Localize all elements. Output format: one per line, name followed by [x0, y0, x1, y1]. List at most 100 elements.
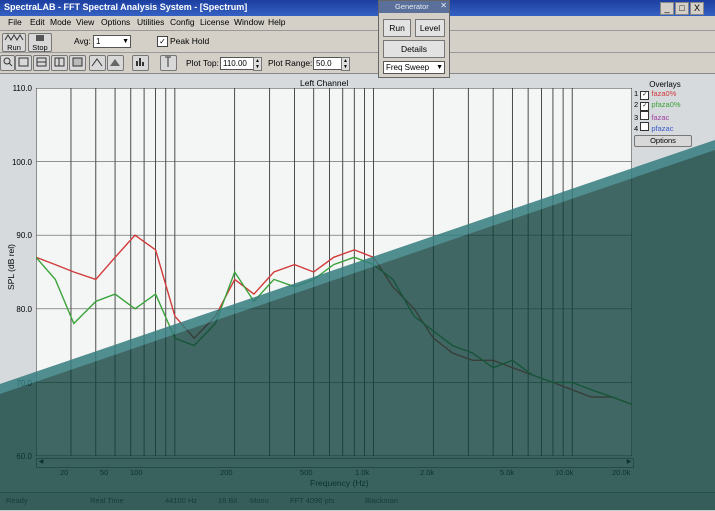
plot-range-label: Plot Range: — [268, 58, 313, 68]
status-bar: Ready Real Time 44100 Hz 16 Bit Mono FFT… — [0, 492, 715, 511]
menu-config[interactable]: Config — [170, 17, 195, 27]
area-plot-icon[interactable] — [107, 55, 124, 71]
plot-scrollbar[interactable]: ◀ ▶ — [36, 458, 634, 468]
x-tick-label: 500 — [300, 468, 313, 477]
x-tick-label: 2.0k — [420, 468, 435, 477]
chevron-down-icon: ▼ — [122, 38, 129, 45]
toolbar-view: Plot Top: 110.00 ▲ ▼ Plot Range: 50.0 ▲ ▼ — [0, 53, 715, 74]
overlay-name: pfaza0% — [651, 100, 681, 109]
overlay-num: 4 — [634, 124, 639, 133]
maximize-icon[interactable]: □ — [675, 2, 689, 15]
overlay-item[interactable]: 1 ✓ faza0% — [634, 89, 696, 100]
status-state: Ready — [6, 496, 28, 505]
menu-utilities[interactable]: Utilities — [137, 17, 164, 27]
window-title: SpectraLAB - FFT Spectral Analysis Syste… — [4, 2, 248, 12]
overlay-item[interactable]: 2 ✓ pfaza0% — [634, 100, 696, 111]
menu-help[interactable]: Help — [268, 17, 285, 27]
status-channels: Mono — [250, 496, 269, 505]
minimize-icon[interactable]: _ — [660, 2, 674, 15]
overlay-item[interactable]: 3 fazac — [634, 111, 696, 122]
peak-hold-label: Peak Hold — [170, 36, 210, 46]
scale-reset-icon[interactable] — [69, 55, 86, 71]
scale-y-icon[interactable] — [33, 55, 50, 71]
x-tick-label: 50 — [100, 468, 109, 477]
overlay-num: 3 — [634, 113, 639, 122]
overlays-panel: Overlays 1 ✓ faza0% 2 ✓ pfaza0% 3 fazac … — [634, 80, 696, 166]
cursor-icon[interactable] — [160, 55, 177, 71]
generator-details-button[interactable]: Details — [383, 40, 445, 58]
peak-hold-checkbox[interactable]: ✓ — [157, 36, 168, 47]
x-tick-label: 20.0k — [612, 468, 631, 477]
scroll-right-icon[interactable]: ▶ — [625, 458, 633, 466]
y-tick-label: 80.0 — [16, 305, 32, 314]
x-tick-label: 20 — [60, 468, 69, 477]
line-plot-icon[interactable] — [89, 55, 106, 71]
x-axis-label: Frequency (Hz) — [310, 478, 369, 488]
overlay-num: 1 — [634, 89, 639, 98]
menu-mode[interactable]: Mode — [50, 17, 71, 27]
waveform-icon — [4, 34, 24, 41]
generator-level-button[interactable]: Level — [415, 19, 445, 37]
spectrum-plot[interactable] — [36, 88, 632, 456]
overlay-options-button[interactable]: Options — [634, 135, 692, 147]
y-tick-label: 100.0 — [11, 158, 32, 167]
generator-mode-select[interactable]: Freq Sweep ▼ — [383, 61, 445, 74]
x-tick-label: 10.0k — [555, 468, 574, 477]
scale-both-icon[interactable] — [51, 55, 68, 71]
zoom-icon[interactable] — [0, 55, 15, 71]
avg-value: 1 — [96, 37, 101, 46]
overlay-checkbox[interactable]: ✓ — [640, 102, 650, 111]
y-tick-label: 60.0 — [16, 452, 32, 461]
menu-view[interactable]: View — [76, 17, 94, 27]
avg-label: Avg: — [74, 36, 91, 46]
generator-dialog: Generator ✕ Run Level Details Freq Sweep… — [378, 0, 450, 78]
overlay-item[interactable]: 4 pfazac — [634, 122, 696, 133]
title-bar: SpectraLAB - FFT Spectral Analysis Syste… — [0, 0, 715, 16]
x-tick-label: 100 — [130, 468, 143, 477]
toolbar-main: Run Stop Avg: 1 ▼ ✓ Peak Hold — [0, 31, 715, 53]
status-window: Blackman — [365, 496, 398, 505]
y-axis-label: SPL (dB rel) — [6, 244, 16, 290]
overlay-name: faza0% — [651, 89, 677, 98]
scroll-left-icon[interactable]: ◀ — [37, 458, 45, 466]
channel-label: Left Channel — [300, 78, 349, 88]
plot-range-input[interactable]: 50.0 — [313, 57, 343, 70]
x-tick-label: 200 — [220, 468, 233, 477]
y-tick-label: 70.0 — [16, 379, 32, 388]
plot-top-input[interactable]: 110.00 — [220, 57, 254, 70]
generator-title: Generator — [395, 2, 429, 11]
status-mode: Real Time — [90, 496, 124, 505]
menu-file[interactable]: File — [8, 17, 22, 27]
run-button-label: Run — [7, 43, 21, 52]
run-button[interactable]: Run — [2, 33, 26, 52]
menu-edit[interactable]: Edit — [30, 17, 45, 27]
bar-plot-icon[interactable] — [132, 55, 149, 71]
stop-button-label: Stop — [32, 43, 48, 52]
menu-bar: File Edit Mode View Options Utilities Co… — [0, 16, 715, 31]
status-bits: 16 Bit — [218, 496, 238, 505]
stop-button[interactable]: Stop — [28, 33, 52, 52]
x-tick-label: 1.0k — [355, 468, 370, 477]
close-icon[interactable]: X — [690, 2, 704, 15]
menu-options[interactable]: Options — [101, 17, 130, 27]
chevron-down-icon: ▼ — [436, 64, 443, 71]
x-tick-label: 5.0k — [500, 468, 515, 477]
overlay-checkbox[interactable] — [640, 111, 650, 120]
generator-run-button[interactable]: Run — [383, 19, 411, 37]
plot-top-spinner[interactable]: ▲ ▼ — [253, 57, 262, 71]
generator-close-icon[interactable]: ✕ — [440, 1, 447, 10]
overlay-checkbox[interactable] — [640, 122, 650, 131]
menu-license[interactable]: License — [200, 17, 229, 27]
menu-window[interactable]: Window — [234, 17, 264, 27]
overlay-checkbox[interactable]: ✓ — [640, 91, 650, 100]
scale-x-icon[interactable] — [15, 55, 32, 71]
y-tick-label: 90.0 — [16, 231, 32, 240]
overlay-name: pfazac — [651, 124, 674, 133]
avg-select[interactable]: 1 ▼ — [93, 35, 131, 48]
status-rate: 44100 Hz — [165, 496, 198, 505]
plot-top-label: Plot Top: — [186, 58, 219, 68]
generator-mode-value: Freq Sweep — [386, 63, 430, 72]
plot-range-spinner[interactable]: ▲ ▼ — [341, 57, 350, 71]
y-tick-label: 110.0 — [12, 84, 32, 93]
status-fft: FFT 4096 pts — [290, 496, 335, 505]
